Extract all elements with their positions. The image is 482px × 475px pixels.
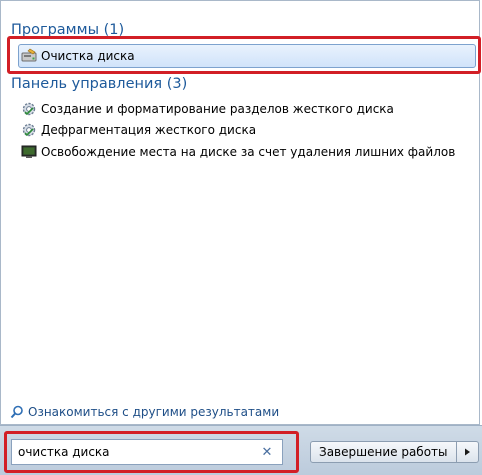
result-label: Освобождение места на диске за счет удал… bbox=[41, 145, 456, 159]
control-panel-group-heading[interactable]: Панель управления (3) bbox=[11, 76, 187, 92]
control-panel-gear-icon bbox=[21, 101, 37, 117]
monitor-icon bbox=[21, 144, 37, 160]
result-label: Дефрагментация жесткого диска bbox=[41, 123, 257, 137]
shutdown-button-group: Завершение работы bbox=[310, 441, 479, 463]
program-result-disk-cleanup[interactable]: Очистка диска bbox=[18, 44, 476, 68]
clear-icon[interactable]: ✕ bbox=[258, 443, 276, 461]
control-panel-result-free-space[interactable]: Освобождение места на диске за счет удал… bbox=[21, 143, 455, 161]
search-results-pane: Программы (1) Очистка диска Панель управ… bbox=[0, 0, 480, 425]
triangle-right-icon bbox=[465, 448, 471, 456]
see-more-results-label: Ознакомиться с другими результатами bbox=[28, 405, 280, 419]
control-panel-result-partitions[interactable]: Создание и форматирование разделов жестк… bbox=[21, 100, 394, 118]
result-label: Создание и форматирование разделов жестк… bbox=[41, 102, 394, 116]
shutdown-button[interactable]: Завершение работы bbox=[310, 441, 457, 463]
control-panel-result-defrag[interactable]: Дефрагментация жесткого диска bbox=[21, 121, 256, 139]
disk-cleanup-icon bbox=[21, 48, 37, 64]
search-box[interactable]: ✕ bbox=[11, 439, 283, 465]
result-row[interactable]: Очистка диска bbox=[21, 47, 135, 65]
shutdown-options-button[interactable] bbox=[456, 441, 479, 463]
search-input[interactable] bbox=[12, 445, 258, 459]
programs-group-heading[interactable]: Программы (1) bbox=[11, 22, 124, 38]
search-icon bbox=[10, 405, 24, 419]
result-label: Очистка диска bbox=[41, 49, 135, 63]
see-more-results-link[interactable]: Ознакомиться с другими результатами bbox=[10, 405, 279, 419]
control-panel-gear-icon bbox=[21, 122, 37, 138]
